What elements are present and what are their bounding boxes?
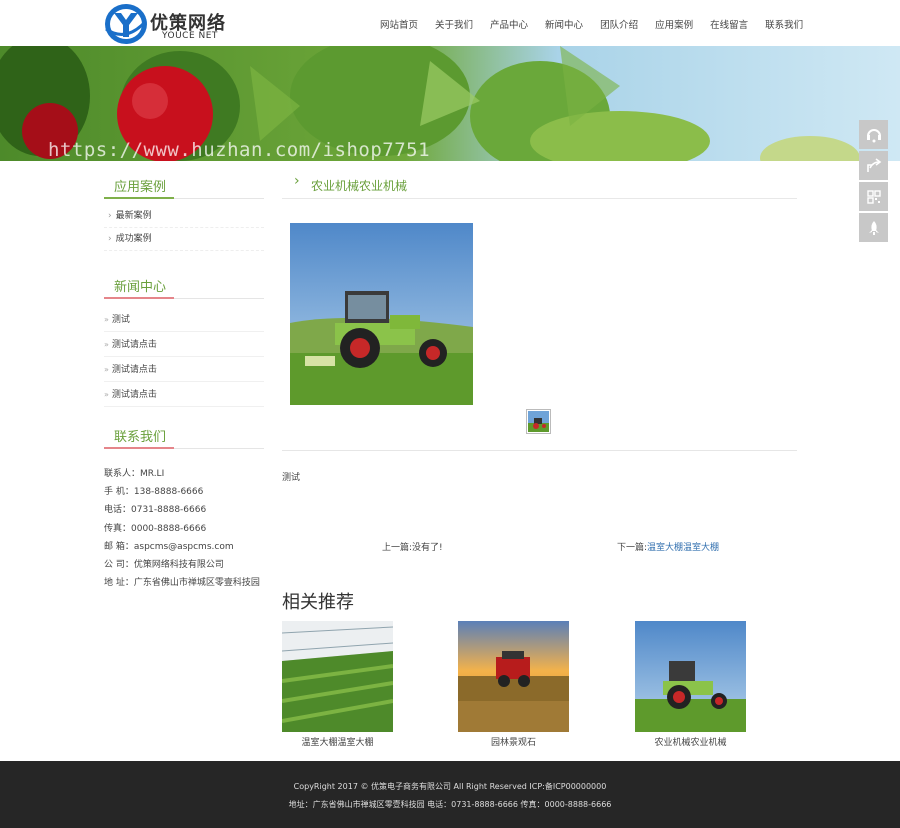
- nav-contact[interactable]: 联系我们: [765, 17, 803, 31]
- news-item[interactable]: » 测试: [104, 307, 264, 332]
- nav-news[interactable]: 新闻中心: [545, 17, 583, 31]
- logo[interactable]: 优策网络 YOUCE NET: [104, 3, 234, 45]
- footer-address: 地址：广东省佛山市禅城区零壹科技园 电话：0731-8888-6666 传真：0…: [288, 800, 612, 809]
- related-caption[interactable]: 园林景观石: [458, 735, 569, 748]
- news-item[interactable]: » 测试请点击: [104, 357, 264, 382]
- contact-heading-text: 联系我们: [114, 430, 167, 445]
- chevron-right-icon: ›: [294, 173, 300, 189]
- page-title: 农业机械农业机械: [311, 179, 408, 193]
- nav-about[interactable]: 关于我们: [435, 17, 473, 31]
- contact-company: 公 司：优策网络科技有限公司: [104, 559, 224, 570]
- site-header: 优策网络 YOUCE NET 网站首页 关于我们 产品中心 新闻中心 团队介绍 …: [0, 0, 900, 46]
- headset-icon[interactable]: [859, 120, 888, 149]
- next-article: 下一篇:温室大棚温室大棚: [617, 540, 719, 553]
- contact-person: 联系人：MR.LI: [104, 469, 165, 479]
- related-item[interactable]: 园林景观石: [458, 621, 569, 748]
- chevron-right-icon: ›: [108, 234, 112, 244]
- bullet-icon: »: [104, 390, 109, 399]
- nav-cases[interactable]: 应用案例: [655, 17, 693, 31]
- related-caption[interactable]: 温室大棚温室大棚: [282, 735, 393, 748]
- contact-email: 邮 箱：aspcms@aspcms.com: [104, 541, 234, 552]
- related-heading: 相关推荐: [282, 592, 354, 613]
- related-item[interactable]: 温室大棚温室大棚: [282, 621, 393, 748]
- contact-info: 联系人：MR.LI 手 机：138-8888-6666 电话：0731-8888…: [104, 449, 264, 592]
- share-icon[interactable]: [859, 151, 888, 180]
- next-article-label: 下一篇:: [617, 543, 648, 553]
- product-image[interactable]: [290, 223, 473, 405]
- bullet-icon: »: [104, 340, 109, 349]
- floating-toolbar: [859, 120, 888, 244]
- logo-mark-icon: [105, 4, 148, 44]
- qrcode-icon[interactable]: [859, 182, 888, 211]
- case-category-list: › 最新案例 › 成功案例: [104, 199, 264, 251]
- news-list: » 测试 » 测试请点击 » 测试请点击 » 测试请点击: [104, 299, 264, 407]
- footer-copyright: CopyRight 2017 © 优策电子商务有限公司 All Right Re…: [293, 782, 607, 791]
- news-heading: 新闻中心: [104, 261, 264, 299]
- related-image[interactable]: [458, 621, 569, 732]
- nav-message[interactable]: 在线留言: [710, 17, 748, 31]
- content-divider: [282, 450, 797, 451]
- contact-phone: 电话：0731-8888-6666: [104, 505, 207, 516]
- case-category-item[interactable]: › 最新案例: [104, 205, 264, 228]
- news-item[interactable]: » 测试请点击: [104, 382, 264, 407]
- related-caption[interactable]: 农业机械农业机械: [635, 735, 746, 748]
- contact-heading: 联系我们: [104, 411, 264, 449]
- main-nav: 网站首页 关于我们 产品中心 新闻中心 团队介绍 应用案例 在线留言 联系我们: [380, 17, 820, 31]
- heading-underline: [104, 447, 174, 449]
- watermark-text: https://www.huzhan.com/ishop7751: [48, 139, 431, 161]
- rocket-icon[interactable]: [859, 213, 888, 242]
- product-thumbnail[interactable]: [526, 409, 551, 434]
- news-heading-text: 新闻中心: [114, 280, 167, 295]
- bullet-icon: »: [104, 315, 109, 324]
- news-item[interactable]: » 测试请点击: [104, 332, 264, 357]
- contact-fax: 传真：0000-8888-6666: [104, 523, 207, 534]
- bullet-icon: »: [104, 365, 109, 374]
- nav-home[interactable]: 网站首页: [380, 17, 418, 31]
- product-description: 测试: [282, 473, 301, 483]
- nav-products[interactable]: 产品中心: [490, 17, 528, 31]
- main-content: › 农业机械农业机械 测试 上一篇:没有了! 下一篇:温室大棚温室大棚 相关推荐…: [282, 161, 797, 748]
- contact-address: 地 址：广东省佛山市禅城区零壹科技园: [104, 578, 260, 589]
- logo-text-en: YOUCE NET: [162, 31, 218, 41]
- case-category-item[interactable]: › 成功案例: [104, 228, 264, 251]
- cases-heading: 应用案例: [104, 161, 264, 199]
- prev-article: 上一篇:没有了!: [382, 543, 443, 553]
- related-image[interactable]: [282, 621, 393, 732]
- page-title-bar: › 农业机械农业机械: [282, 161, 797, 199]
- chevron-right-icon: ›: [108, 211, 112, 221]
- related-image[interactable]: [635, 621, 746, 732]
- related-item[interactable]: 农业机械农业机械: [635, 621, 746, 748]
- nav-team[interactable]: 团队介绍: [600, 17, 638, 31]
- heading-underline: [104, 197, 174, 199]
- cases-heading-text: 应用案例: [114, 180, 167, 195]
- left-sidebar: 应用案例 › 最新案例 › 成功案例 新闻中心 » 测试 » 测试请点击 » 测试请点击 …: [104, 161, 264, 592]
- heading-underline: [104, 297, 174, 299]
- next-article-link[interactable]: 温室大棚温室大棚: [647, 543, 719, 553]
- contact-mobile: 手 机：138-8888-6666: [104, 487, 204, 498]
- site-footer: CopyRight 2017 © 优策电子商务有限公司 All Right Re…: [0, 761, 900, 828]
